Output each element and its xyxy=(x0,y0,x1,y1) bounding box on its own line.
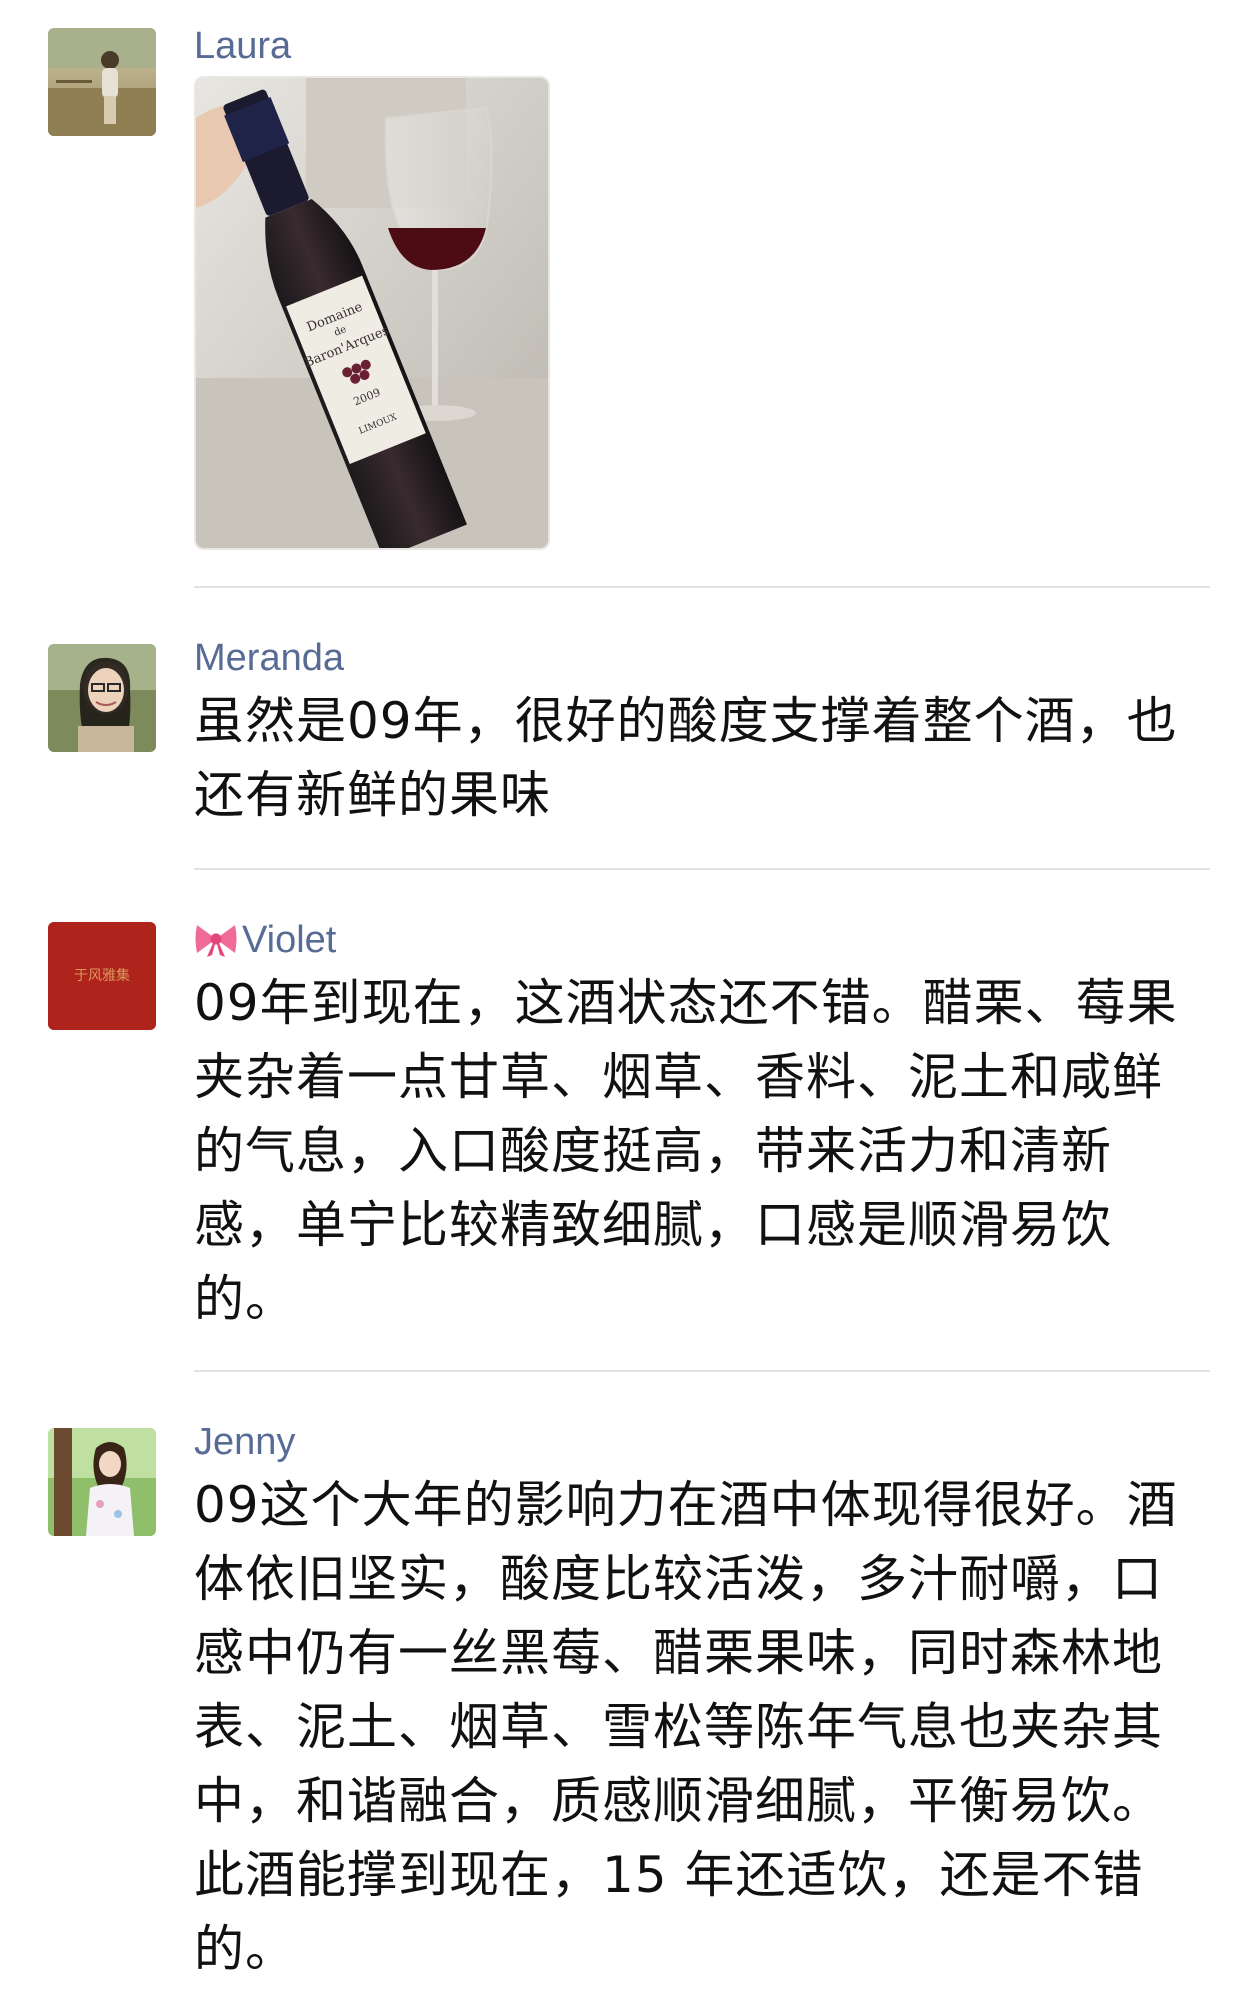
avatar-meranda[interactable] xyxy=(48,644,156,752)
comment-meranda: Meranda 虽然是09年，很好的酸度支撑着整个酒，也还有新鲜的果味 xyxy=(0,588,1242,870)
comment-text-jenny: 09这个大年的影响力在酒中体现得很好。酒体依旧坚实，酸度比较活泼，多汁耐嚼，口感… xyxy=(194,1476,1178,1978)
username-meranda[interactable]: Meranda xyxy=(194,634,1204,682)
username-violet[interactable]: Violet xyxy=(194,916,1204,964)
comment-laura: Laura Domaine de Baron'Arques 2009 LIMOU… xyxy=(0,0,1242,588)
avatar-laura[interactable] xyxy=(48,28,156,136)
avatar-violet[interactable]: 于风雅集 xyxy=(48,922,156,1030)
wine-bottle-photo[interactable]: Domaine de Baron'Arques 2009 LIMOUX xyxy=(194,76,550,550)
avatar-jenny[interactable] xyxy=(48,1428,156,1536)
comment-jenny: Jenny 09这个大年的影响力在酒中体现得很好。酒体依旧坚实，酸度比较活泼，多… xyxy=(0,1372,1242,1996)
username-violet-text: Violet xyxy=(242,919,337,961)
comment-text-violet: 09年到现在，这酒状态还不错。醋栗、莓果夹杂着一点甘草、烟草、香料、泥土和咸鲜的… xyxy=(194,974,1178,1328)
username-laura[interactable]: Laura xyxy=(194,22,1204,70)
comment-violet: 于风雅集 Violet 09年到现在，这酒状态还不错。醋栗、莓果夹杂着一点甘草、… xyxy=(0,870,1242,1372)
comment-feed: Laura Domaine de Baron'Arques 2009 LIMOU… xyxy=(0,0,1242,1996)
username-jenny[interactable]: Jenny xyxy=(194,1418,1204,1466)
svg-text:于风雅集: 于风雅集 xyxy=(74,967,130,984)
bow-emoji-icon xyxy=(195,925,237,957)
comment-text-meranda: 虽然是09年，很好的酸度支撑着整个酒，也还有新鲜的果味 xyxy=(194,692,1178,824)
